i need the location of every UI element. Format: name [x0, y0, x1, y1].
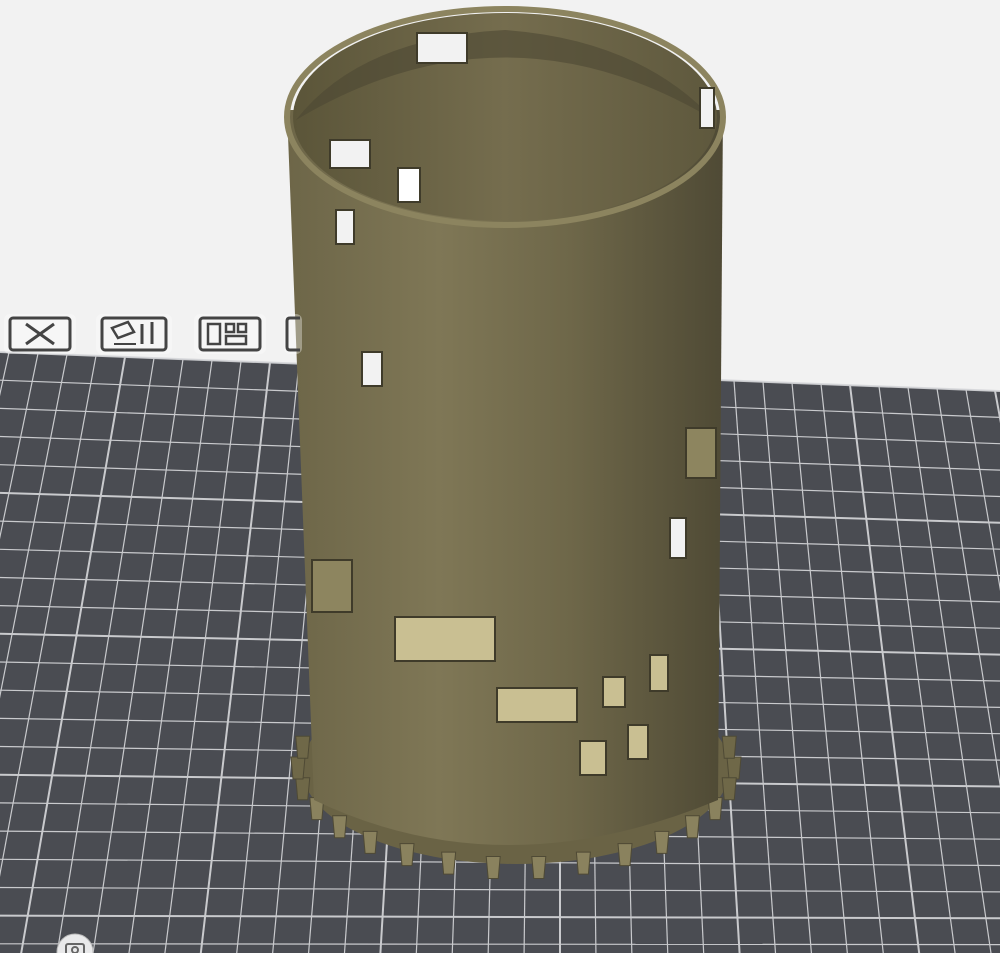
gear-tooth	[399, 843, 415, 867]
gear-tooth	[441, 851, 457, 875]
cylinder-window	[335, 209, 355, 245]
gear-tooth	[617, 843, 633, 867]
cylinder-window	[579, 740, 607, 776]
cylinder-window	[394, 616, 496, 662]
more-tool-button[interactable]	[284, 314, 302, 354]
gear-tooth	[531, 855, 547, 879]
cylinder-window	[627, 724, 649, 760]
gear-tooth	[721, 777, 737, 801]
lay-flat-button[interactable]	[96, 314, 172, 354]
cylinder-window	[669, 517, 687, 559]
cylinder-model[interactable]	[284, 6, 742, 879]
cylinder-window	[496, 687, 578, 723]
gear-tooth	[362, 830, 378, 854]
camera-view-button[interactable]	[48, 930, 102, 953]
cylinder-window	[329, 139, 371, 169]
cylinder-window	[649, 654, 669, 692]
gear-tooth	[721, 735, 737, 759]
gear-tooth	[654, 830, 670, 854]
gear-tooth	[575, 851, 591, 875]
cylinder-window	[397, 167, 421, 203]
cylinder-window	[685, 427, 717, 479]
lay-flat-icon	[100, 316, 168, 352]
gear-tooth	[485, 855, 501, 879]
grid-line	[0, 943, 1000, 946]
arrange-button[interactable]	[194, 314, 266, 354]
gear-tooth	[295, 735, 311, 759]
delete-button[interactable]	[4, 314, 76, 354]
cylinder-window	[699, 87, 715, 129]
gear-tooth	[726, 756, 742, 780]
cylinder-window	[416, 32, 468, 64]
partial-icon	[285, 316, 300, 352]
build-plate-scene[interactable]	[0, 0, 1000, 953]
close-x-icon	[8, 316, 72, 352]
gear-tooth	[290, 756, 306, 780]
gear-tooth	[684, 815, 700, 839]
gear-tooth	[295, 777, 311, 801]
cylinder-window	[602, 676, 626, 708]
camera-icon	[56, 933, 94, 953]
arrange-icon	[198, 316, 262, 352]
gear-tooth	[332, 815, 348, 839]
cylinder-window	[361, 351, 383, 387]
cylinder-window	[311, 559, 353, 613]
3d-viewport[interactable]	[0, 0, 1000, 953]
